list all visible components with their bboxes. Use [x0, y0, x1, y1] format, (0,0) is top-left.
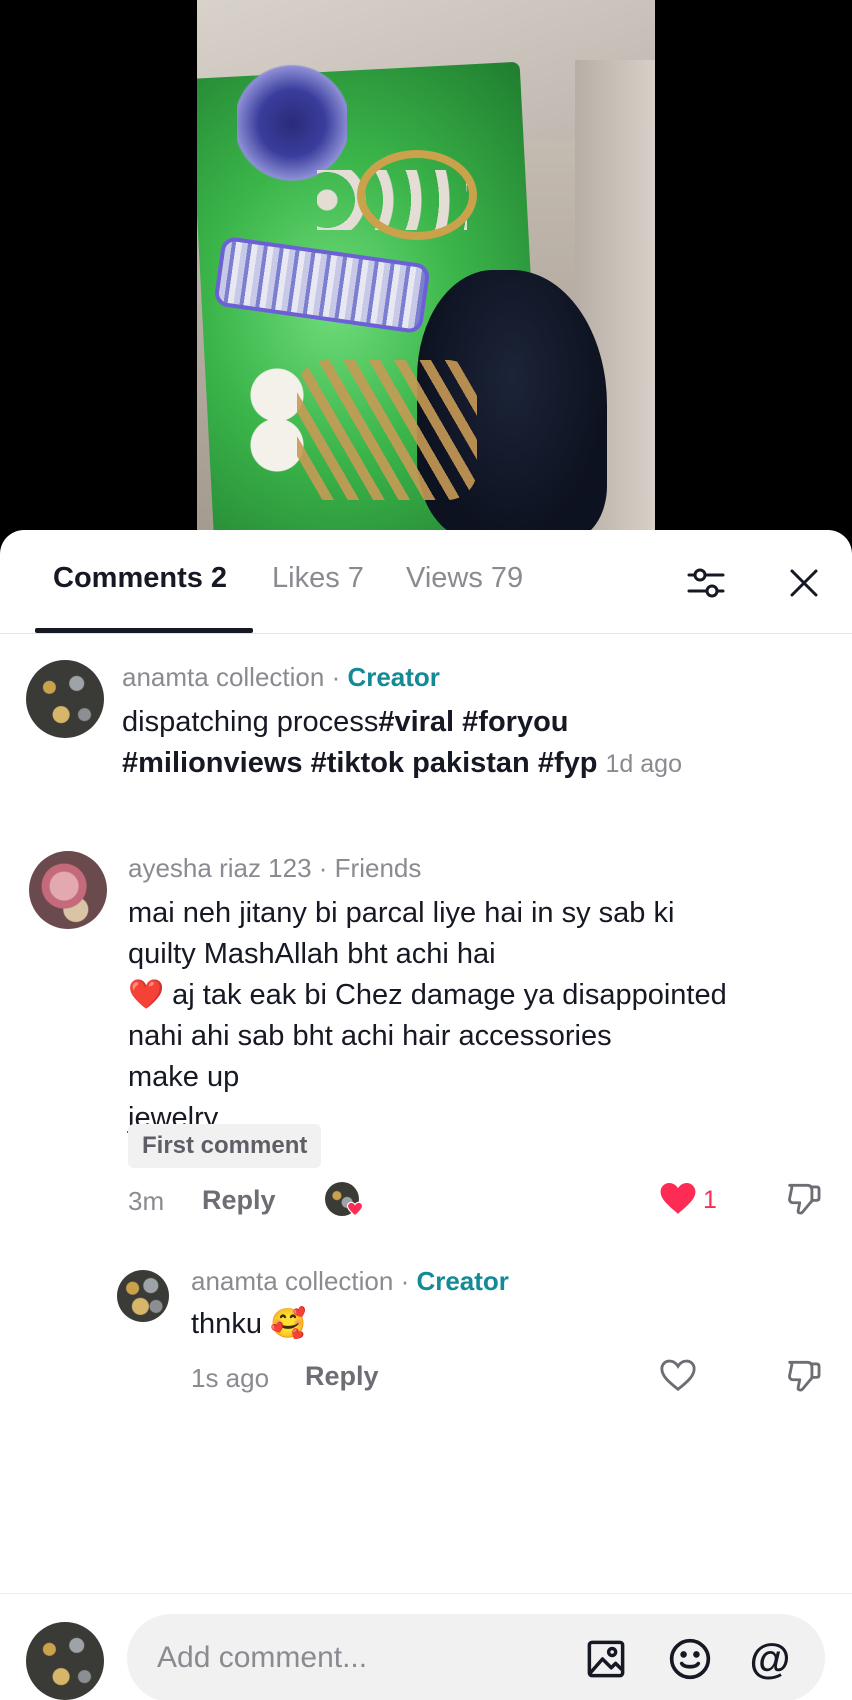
video-frame: [197, 0, 655, 540]
comment-input-pill[interactable]: @: [127, 1614, 825, 1700]
heart-icon: [660, 1182, 696, 1214]
comment-line: make up: [128, 1061, 240, 1093]
comment-time: 3m: [128, 1186, 165, 1216]
comment-text: thnku 🥰: [191, 1308, 307, 1340]
reply-button[interactable]: Reply: [305, 1361, 379, 1392]
at-icon: @: [749, 1635, 791, 1682]
comment-input-bar: @: [0, 1593, 852, 1700]
hashtags-line-2[interactable]: #milionviews #tiktok pakistan #fyp: [122, 747, 597, 779]
dislike-button[interactable]: [782, 1353, 826, 1397]
tab-comments[interactable]: Comments 2: [53, 562, 227, 595]
sliders-icon: [687, 568, 725, 598]
like-count: 1: [703, 1186, 717, 1214]
comment-input[interactable]: [157, 1640, 537, 1676]
creator-label: Creator: [347, 662, 440, 692]
avatar[interactable]: [26, 660, 104, 738]
thumbs-down-icon: [788, 1360, 821, 1392]
author-name[interactable]: anamta collection: [122, 662, 324, 692]
mention-button[interactable]: @: [747, 1635, 793, 1682]
avatar[interactable]: [29, 851, 107, 929]
thumbs-down-icon: [788, 1183, 821, 1215]
avatar[interactable]: [117, 1270, 169, 1322]
author-name[interactable]: ayesha riaz 123: [128, 853, 312, 883]
comment-time: 1s ago: [191, 1363, 270, 1393]
comments-sheet: Comments 2 Likes 7 Views 79 anamta colle…: [0, 530, 852, 1700]
tabs-bar: Comments 2 Likes 7 Views 79: [0, 530, 852, 634]
tab-views[interactable]: Views 79: [406, 562, 523, 595]
comment-line: quilty MashAllah bht achi hai: [128, 938, 496, 970]
comment-line: mai neh jitany bi parcal liye hai in sy …: [128, 897, 675, 929]
first-comment-badge: First comment: [128, 1124, 322, 1168]
comment-author-line: anamta collection · Creator: [122, 662, 440, 693]
emoji-icon: [669, 1638, 711, 1680]
hashtags-line-1[interactable]: #viral #foryou: [378, 706, 568, 738]
video-player[interactable]: [0, 0, 852, 540]
separator: ·: [311, 853, 335, 883]
active-tab-indicator: [35, 628, 253, 633]
separator: ·: [393, 1266, 417, 1296]
like-button[interactable]: [656, 1176, 700, 1220]
filter-button[interactable]: [683, 560, 729, 606]
close-button[interactable]: [781, 560, 827, 606]
gold-watch: [357, 150, 477, 240]
author-name[interactable]: anamta collection: [191, 1266, 393, 1296]
comment-author-line: anamta collection · Creator: [191, 1266, 509, 1297]
user-avatar[interactable]: [26, 1622, 104, 1700]
caption-text: dispatching process: [122, 706, 379, 738]
close-icon: [790, 569, 818, 597]
creator-label: Creator: [416, 1266, 509, 1296]
gold-hair-clip: [297, 360, 477, 500]
heart-icon: [660, 1359, 696, 1392]
creator-liked-heart-icon: [346, 1201, 364, 1217]
dislike-button[interactable]: [782, 1176, 826, 1220]
comment-line: ❤️ aj tak eak bi Chez damage ya disappoi…: [128, 979, 727, 1011]
comment-time: 1d ago: [605, 750, 682, 778]
like-button[interactable]: [656, 1353, 700, 1397]
comment-author-line: ayesha riaz 123 · Friends: [128, 853, 421, 884]
comment-line: nahi ahi sab bht achi hair accessories: [128, 1020, 612, 1052]
friends-label: Friends: [334, 853, 422, 883]
comment-text: dispatching process#viral #foryou #milio…: [122, 702, 822, 785]
separator: ·: [324, 662, 348, 692]
emoji-button[interactable]: [667, 1636, 713, 1682]
image-icon: [587, 1640, 625, 1678]
reply-button[interactable]: Reply: [202, 1185, 276, 1216]
image-button[interactable]: [583, 1636, 629, 1682]
comment-text: mai neh jitany bi parcal liye hai in sy …: [128, 893, 838, 1139]
tab-likes[interactable]: Likes 7: [272, 562, 364, 595]
